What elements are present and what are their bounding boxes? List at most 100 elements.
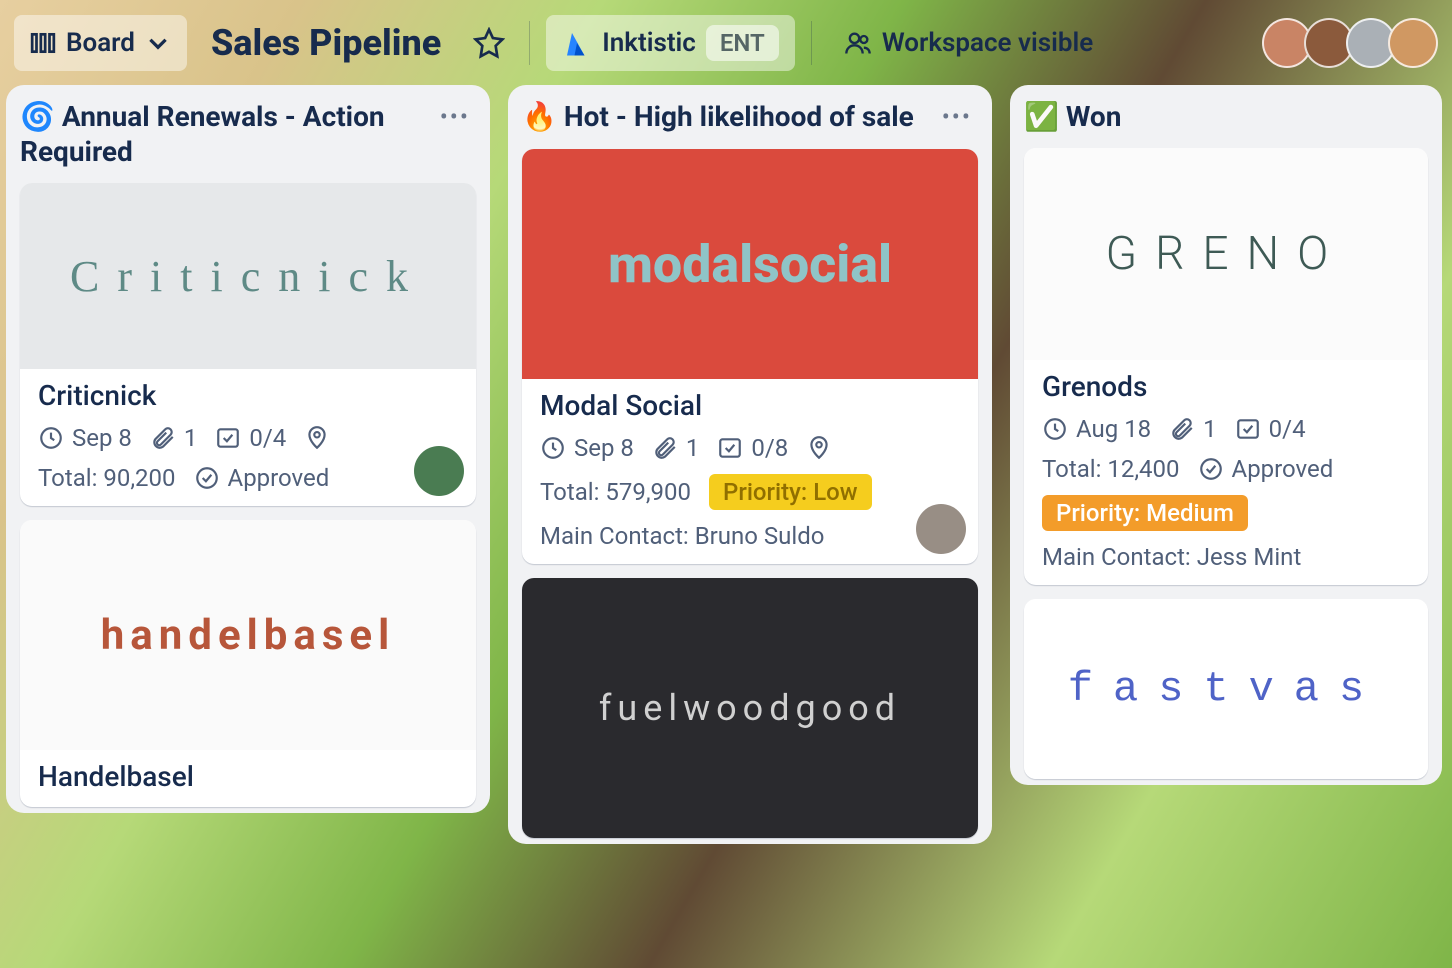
org-name: Inktistic — [602, 28, 696, 58]
list-header: 🔥 Hot - High likelihood of sale ••• — [522, 99, 978, 135]
card-member-avatar[interactable] — [414, 446, 464, 496]
due-date-badge: Aug 18 — [1042, 415, 1151, 443]
chevron-down-icon — [145, 30, 171, 56]
list-header: ✅ Won — [1024, 99, 1428, 134]
atlassian-logo-icon — [562, 28, 592, 58]
location-icon — [304, 425, 330, 451]
card-cover: fastvas — [1024, 599, 1428, 779]
list-hot: 🔥 Hot - High likelihood of sale ••• moda… — [508, 85, 992, 844]
board-title[interactable]: Sales Pipeline — [203, 22, 449, 64]
list-title[interactable]: ✅ Won — [1024, 99, 1428, 134]
list-title-text: Hot - High likelihood of sale — [564, 100, 914, 133]
clock-icon — [1042, 416, 1068, 442]
card-badges: Aug 18 1 0/4 — [1042, 415, 1410, 443]
location-badge — [806, 435, 832, 461]
due-date-badge: Sep 8 — [38, 424, 132, 452]
total-field: Total: 12,400 — [1042, 455, 1180, 483]
attachments-badge: 1 — [1169, 415, 1217, 443]
list-header: 🌀 Annual Renewals - Action Required ••• — [20, 99, 476, 169]
total-field: Total: 90,200 — [38, 464, 176, 492]
org-button[interactable]: Inktistic ENT — [546, 15, 795, 71]
total-field: Total: 579,900 — [540, 478, 691, 506]
card-title: Modal Social — [540, 389, 960, 422]
priority-field: Priority: Medium — [1042, 495, 1248, 531]
card-modal-social[interactable]: modalsocial Modal Social Sep 8 1 0/8 — [522, 149, 978, 564]
checklist-icon — [215, 425, 241, 451]
status-field: Approved — [194, 464, 330, 492]
card-custom-fields: Total: 12,400 Approved — [1042, 455, 1410, 483]
card-custom-fields: Total: 90,200 Approved — [38, 464, 458, 492]
due-date-badge: Sep 8 — [540, 434, 634, 462]
cover-logo-text: modalsocial — [608, 234, 892, 295]
attachment-icon — [150, 425, 176, 451]
card-grenods[interactable]: GRENO Grenods Aug 18 1 0/4 — [1024, 148, 1428, 585]
card-criticnick[interactable]: Criticnick Criticnick Sep 8 1 0/4 — [20, 183, 476, 506]
people-icon — [844, 29, 872, 57]
contact-field: Main Contact: Bruno Suldo — [540, 522, 824, 550]
member-avatars[interactable] — [1270, 18, 1438, 68]
cover-logo-text: fastvas — [1068, 665, 1384, 713]
card-cover: fuelwoodgood — [522, 578, 978, 838]
card-title: Handelbasel — [38, 760, 458, 793]
visibility-button[interactable]: Workspace visible — [828, 15, 1109, 71]
card-title: Grenods — [1042, 370, 1410, 403]
card-cover: GRENO — [1024, 148, 1428, 360]
member-avatar[interactable] — [1388, 18, 1438, 68]
view-switcher[interactable]: Board — [14, 15, 187, 71]
card-badges: Sep 8 1 0/4 — [38, 424, 458, 452]
check-circle-icon — [194, 465, 220, 491]
list-menu-button[interactable]: ••• — [936, 99, 978, 135]
attachments-badge: 1 — [652, 434, 700, 462]
card-fuelwoodgood[interactable]: fuelwoodgood — [522, 578, 978, 838]
location-icon — [806, 435, 832, 461]
location-badge — [304, 425, 330, 451]
card-handelbasel[interactable]: handelbasel Handelbasel — [20, 520, 476, 807]
list-title-icon: ✅ — [1024, 100, 1059, 133]
header-divider — [529, 21, 530, 65]
card-cover: Criticnick — [20, 183, 476, 369]
cover-logo-text: GRENO — [1106, 227, 1347, 281]
board-view-icon — [30, 30, 56, 56]
cover-logo-text: fuelwoodgood — [599, 687, 901, 729]
star-button[interactable] — [465, 15, 513, 71]
card-priority-row: Priority: Medium — [1042, 495, 1410, 531]
card-contact-row: Main Contact: Jess Mint — [1042, 543, 1410, 571]
card-contact-row: Main Contact: Bruno Suldo — [540, 522, 960, 550]
header-divider — [811, 21, 812, 65]
visibility-label: Workspace visible — [882, 28, 1093, 58]
list-annual-renewals: 🌀 Annual Renewals - Action Required ••• … — [6, 85, 490, 813]
cover-logo-text: Criticnick — [70, 251, 426, 302]
check-circle-icon — [1198, 456, 1224, 482]
attachment-icon — [1169, 416, 1195, 442]
checklist-badge: 0/4 — [215, 424, 286, 452]
list-title[interactable]: 🔥 Hot - High likelihood of sale — [522, 99, 926, 134]
card-cover: modalsocial — [522, 149, 978, 379]
checklist-icon — [717, 435, 743, 461]
board-canvas: 🌀 Annual Renewals - Action Required ••• … — [0, 85, 1452, 968]
cover-logo-text: handelbasel — [101, 611, 395, 660]
attachment-icon — [652, 435, 678, 461]
star-icon — [473, 27, 505, 59]
checklist-badge: 0/8 — [717, 434, 788, 462]
list-won: ✅ Won GRENO Grenods Aug 18 1 — [1010, 85, 1442, 785]
list-menu-button[interactable]: ••• — [434, 99, 476, 135]
card-custom-fields: Total: 579,900 Priority: Low — [540, 474, 960, 510]
contact-field: Main Contact: Jess Mint — [1042, 543, 1301, 571]
list-title-text: Annual Renewals - Action Required — [20, 100, 385, 168]
list-title-icon: 🔥 — [522, 100, 557, 133]
org-tier-badge: ENT — [706, 25, 779, 61]
attachments-badge: 1 — [150, 424, 198, 452]
list-title-text: Won — [1066, 100, 1122, 133]
board-header: Board Sales Pipeline Inktistic ENT Works… — [0, 0, 1452, 85]
priority-field: Priority: Low — [709, 474, 872, 510]
checklist-badge: 0/4 — [1235, 415, 1306, 443]
card-member-avatar[interactable] — [916, 504, 966, 554]
clock-icon — [540, 435, 566, 461]
list-title[interactable]: 🌀 Annual Renewals - Action Required — [20, 99, 424, 169]
list-title-icon: 🌀 — [20, 100, 55, 133]
card-badges: Sep 8 1 0/8 — [540, 434, 960, 462]
card-title: Criticnick — [38, 379, 458, 412]
card-fastvase[interactable]: fastvas — [1024, 599, 1428, 779]
status-field: Approved — [1198, 455, 1334, 483]
checklist-icon — [1235, 416, 1261, 442]
